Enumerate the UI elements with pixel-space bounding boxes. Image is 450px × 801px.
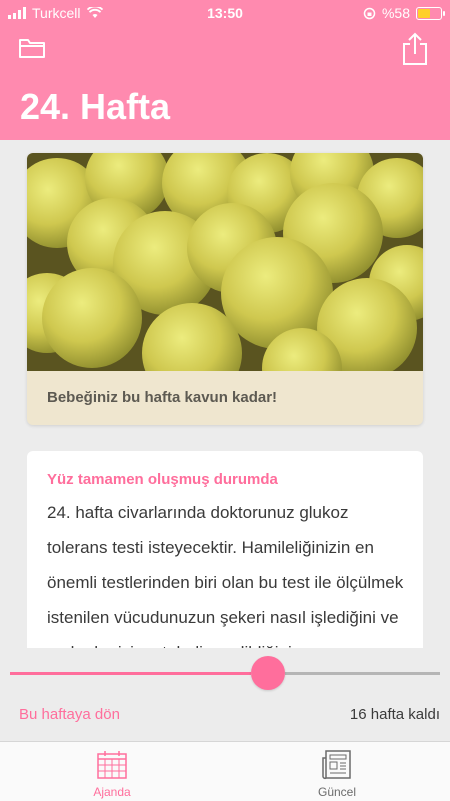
tab-guncel[interactable]: Güncel bbox=[277, 742, 397, 801]
status-right: %58 bbox=[363, 5, 445, 21]
orientation-lock-icon bbox=[363, 7, 376, 19]
week-slider-remaining bbox=[285, 672, 440, 675]
newspaper-icon bbox=[322, 750, 351, 780]
folder-icon bbox=[19, 39, 45, 58]
info-card-body: 24. hafta civarlarında doktorunuz glukoz… bbox=[47, 503, 404, 648]
page-title: 24. Hafta bbox=[20, 86, 171, 127]
info-card: Yüz tamamen oluşmuş durumda 24. hafta ci… bbox=[27, 451, 423, 648]
back-to-this-week-link[interactable]: Bu haftaya dön bbox=[19, 706, 120, 723]
content-scroll[interactable]: Bebeğiniz bu hafta kavun kadar! Yüz tama… bbox=[0, 140, 450, 648]
baby-size-card: Bebeğiniz bu hafta kavun kadar! bbox=[27, 153, 423, 425]
week-slider-thumb[interactable] bbox=[251, 656, 285, 690]
week-slider-track[interactable] bbox=[10, 672, 440, 675]
tab-ajanda[interactable]: Ajanda bbox=[52, 742, 172, 801]
week-slider-progress bbox=[10, 672, 251, 675]
share-icon bbox=[403, 32, 427, 65]
calendar-icon bbox=[97, 751, 127, 779]
week-slider-panel: Bu haftaya dön 16 hafta kaldı bbox=[0, 648, 450, 741]
battery-icon bbox=[416, 6, 445, 20]
battery-percent: %58 bbox=[381, 5, 410, 21]
folder-button[interactable] bbox=[18, 36, 48, 66]
tab-ajanda-label: Ajanda bbox=[93, 785, 131, 799]
status-bar: Turkcell 13:50 %58 bbox=[0, 0, 450, 26]
tab-guncel-label: Güncel bbox=[317, 785, 357, 799]
info-card-heading: Yüz tamamen oluşmuş durumda bbox=[47, 471, 278, 488]
tab-bar: Ajanda Güncel bbox=[0, 741, 450, 801]
nav-bar: 24. Hafta bbox=[0, 26, 450, 140]
melons-photo bbox=[27, 153, 423, 371]
weeks-left-label: 16 hafta kaldı bbox=[349, 706, 440, 723]
share-button[interactable] bbox=[402, 32, 432, 65]
baby-size-caption: Bebeğiniz bu hafta kavun kadar! bbox=[47, 389, 278, 406]
